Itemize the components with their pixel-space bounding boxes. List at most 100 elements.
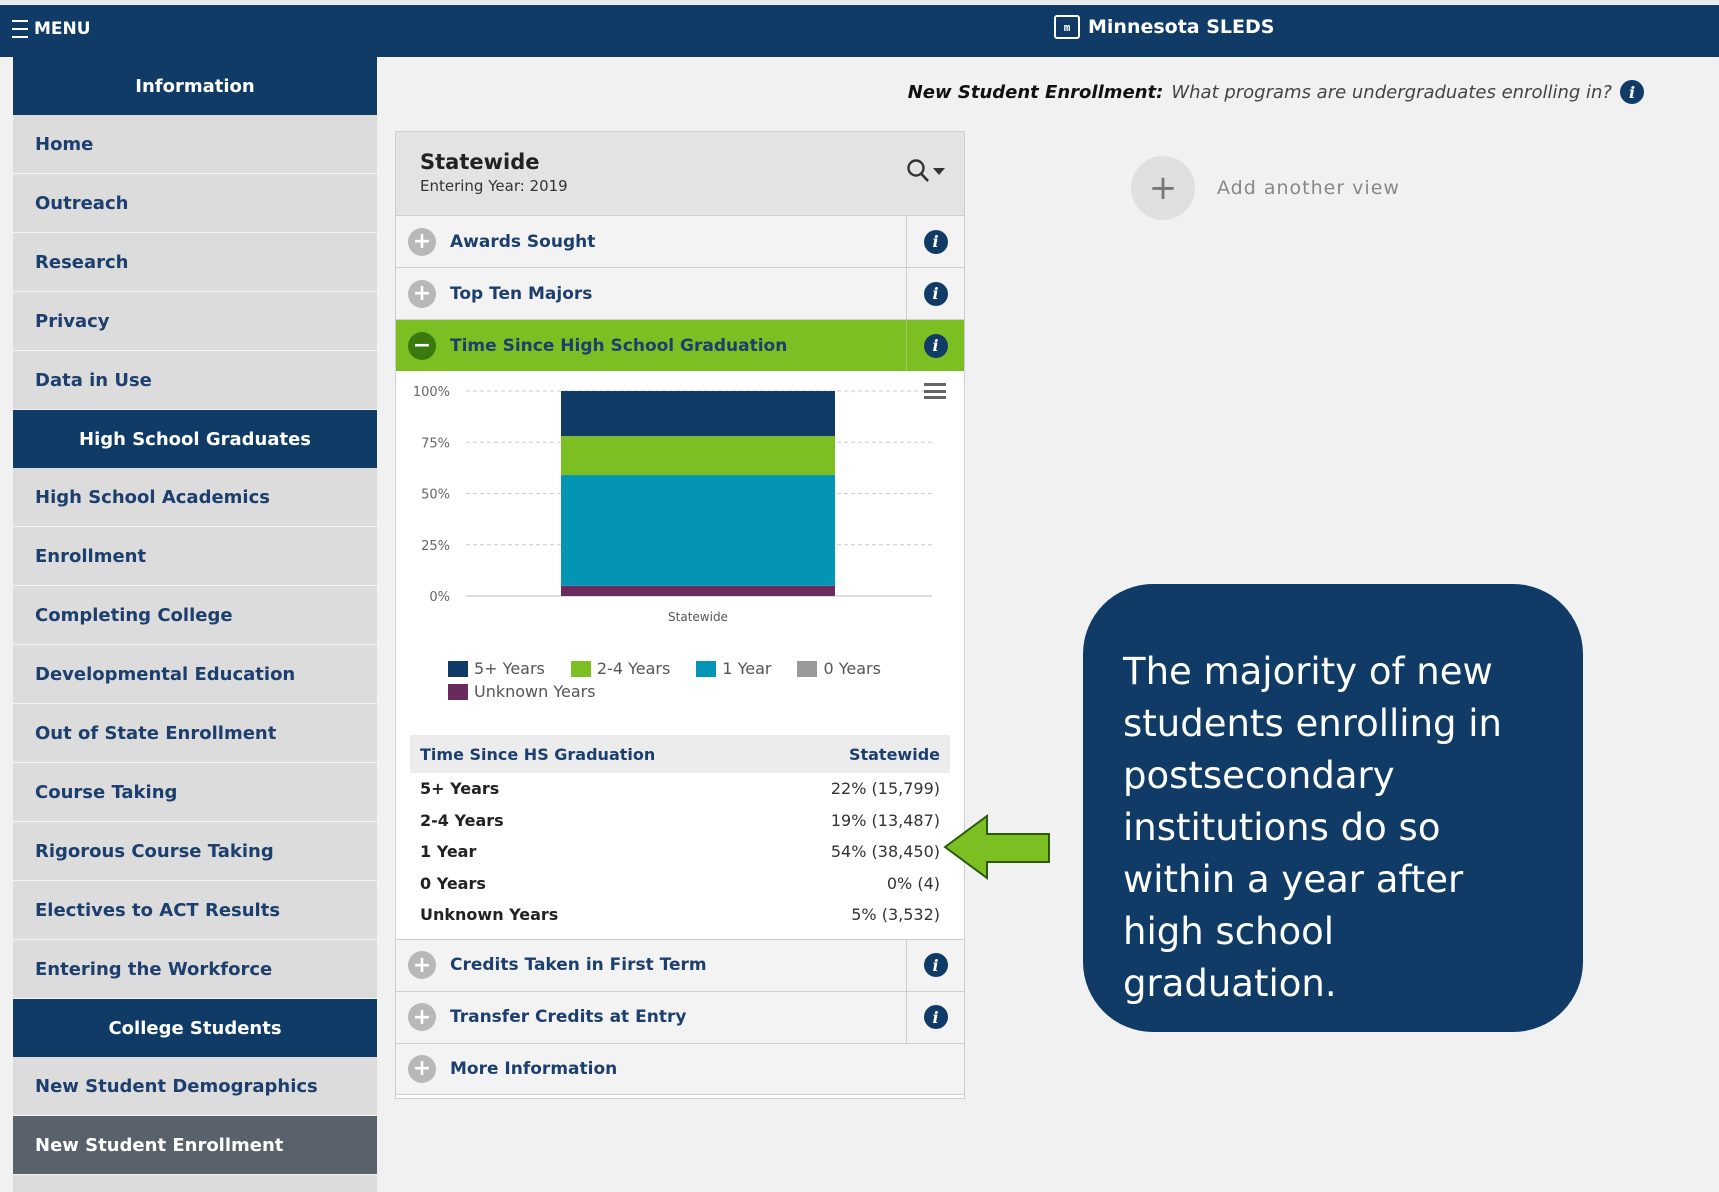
section-label: Credits Taken in First Term [450,955,707,975]
expand-icon: + [408,1003,436,1031]
legend-item[interactable]: 0 Years [797,659,881,678]
page-question: New Student Enrollment: What programs ar… [908,80,1644,104]
row-value: 22% (15,799) [830,779,940,799]
sidebar-item-new-student-enrollment[interactable]: New Student Enrollment [13,1116,377,1175]
sidebar-item-new-student-demographics[interactable]: New Student Demographics [13,1057,377,1116]
info-icon: i [923,333,948,358]
section-label: Awards Sought [450,231,596,252]
section-credits-first-term[interactable]: + Credits Taken in First Term i [396,938,964,991]
sidebar-item-research[interactable]: Research [13,233,377,292]
sidebar-item-home[interactable]: Home [13,115,377,174]
bar-segment-2-4-years[interactable] [561,436,835,476]
callout-box: The majority of new students enrolling i… [1083,584,1583,1032]
section-label: Top Ten Majors [450,283,593,304]
y-tick-label: 100% [413,385,450,400]
info-button[interactable]: i [906,320,964,371]
row-label: 0 Years [420,873,486,893]
hamburger-icon [12,20,28,38]
section-time-since-hs-graduation[interactable]: − Time Since High School Graduation i [396,319,964,371]
statewide-panel: Statewide Entering Year: 2019 + Awards S… [395,131,965,1099]
info-button[interactable]: i [906,216,964,267]
section-more-information[interactable]: + More Information [396,1042,964,1095]
page-question-title: New Student Enrollment: [907,81,1164,103]
sidebar-item-high-school-academics[interactable]: High School Academics [13,468,377,527]
sidebar-item-electives-to-act-results[interactable]: Electives to ACT Results [13,881,377,940]
column-header-statewide: Statewide [848,744,940,764]
sidebar-item-data-in-use[interactable]: Data in Use [13,351,377,410]
sidebar-item-enrollment[interactable]: Enrollment [13,527,377,586]
stacked-bar-chart: 0% 25% 50% 75% 100% Statewide 5+ Years 2-4 Yea… [396,371,964,735]
chart-canvas: 0% 25% 50% 75% 100% Statewide [413,385,932,624]
expand-icon: + [408,227,436,256]
legend-swatch [570,660,591,677]
y-tick-label: 0% [429,590,450,605]
page-question-text: What programs are undergraduates enrolli… [1171,81,1612,103]
row-label: 1 Year [420,842,477,862]
table-row: 0 Years 0% (4) [410,868,950,900]
row-label: 5+ Years [420,779,500,799]
sidebar-heading-high-school-graduates: High School Graduates [13,410,377,468]
legend-item[interactable]: 2-4 Years [570,659,671,678]
sidebar: Information Home Outreach Research Priva… [13,57,377,1192]
legend-label: Unknown Years [474,682,596,701]
section-label: Transfer Credits at Entry [450,1007,687,1027]
row-value: 0% (4) [886,873,940,893]
info-icon: i [923,953,948,977]
legend-item[interactable]: 5+ Years [448,659,545,678]
search-dropdown-button[interactable] [906,158,946,184]
column-header-time: Time Since HS Graduation [420,744,656,764]
sidebar-item-entering-the-workforce[interactable]: Entering the Workforce [13,940,377,999]
table-row: 1 Year 54% (38,450) [410,836,950,868]
y-tick-label: 25% [421,539,450,554]
legend-item[interactable]: 1 Year [696,659,771,678]
sidebar-heading-information: Information [13,57,377,115]
legend-swatch [448,683,468,700]
expand-icon: + [408,1054,436,1083]
sidebar-item-outreach[interactable]: Outreach [13,174,377,233]
sidebar-item-developmental-education[interactable]: Developmental Education [13,645,377,704]
sidebar-item-out-of-state-enrollment[interactable]: Out of State Enrollment [13,704,377,763]
summary-table: Time Since HS Graduation Statewide 5+ Ye… [410,735,950,931]
y-tick-label: 75% [421,436,450,451]
info-icon: i [923,229,948,254]
section-awards-sought[interactable]: + Awards Sought i [396,215,964,267]
info-icon: i [923,1005,948,1029]
section-transfer-credits[interactable]: + Transfer Credits at Entry i [396,990,964,1043]
sleds-logo-icon: m [1054,15,1080,39]
callout-text: The majority of new students enrolling i… [1123,650,1502,1005]
info-button[interactable]: i [906,991,964,1043]
info-button[interactable]: i [906,268,964,319]
table-row: 2-4 Years 19% (13,487) [410,805,950,837]
app-brand[interactable]: m Minnesota SLEDS [1054,15,1274,39]
menu-button[interactable]: MENU [12,19,91,39]
legend-label: 2-4 Years [596,659,671,678]
panel-header: Statewide Entering Year: 2019 [396,132,964,215]
legend-item[interactable]: Unknown Years [448,682,596,701]
sidebar-item-completing-college[interactable]: Completing College [13,586,377,645]
bar-segment-unknown-years[interactable] [561,585,835,596]
add-another-view-button[interactable]: + Add another view [1131,156,1400,220]
plus-icon: + [1131,156,1195,220]
bar-segment-1-year[interactable] [561,475,835,586]
sidebar-item-rigorous-course-taking[interactable]: Rigorous Course Taking [13,822,377,881]
panel-title: Statewide [420,150,540,174]
section-label: Time Since High School Graduation [450,335,788,356]
sidebar-item-privacy[interactable]: Privacy [13,292,377,351]
chart-legend: 5+ Years 2-4 Years 1 Year 0 Years Unknown Ye… [448,659,918,701]
info-icon: i [923,281,948,306]
legend-label: 0 Years [823,659,881,678]
menu-label: MENU [34,19,91,39]
x-tick-label: Statewide [668,610,728,624]
row-value: 5% (3,532) [851,905,940,925]
section-top-ten-majors[interactable]: + Top Ten Majors i [396,267,964,319]
expand-icon: + [408,279,436,308]
green-arrow-icon [943,814,1050,880]
info-button[interactable]: i [906,939,964,991]
info-icon[interactable]: i [1620,80,1644,104]
app-title: Minnesota SLEDS [1088,16,1275,38]
legend-swatch [448,660,468,677]
chart-menu-icon[interactable] [924,383,946,399]
bar-segment-5-years[interactable] [561,391,835,437]
sidebar-item-course-taking[interactable]: Course Taking [13,763,377,822]
chevron-down-icon [933,168,945,175]
